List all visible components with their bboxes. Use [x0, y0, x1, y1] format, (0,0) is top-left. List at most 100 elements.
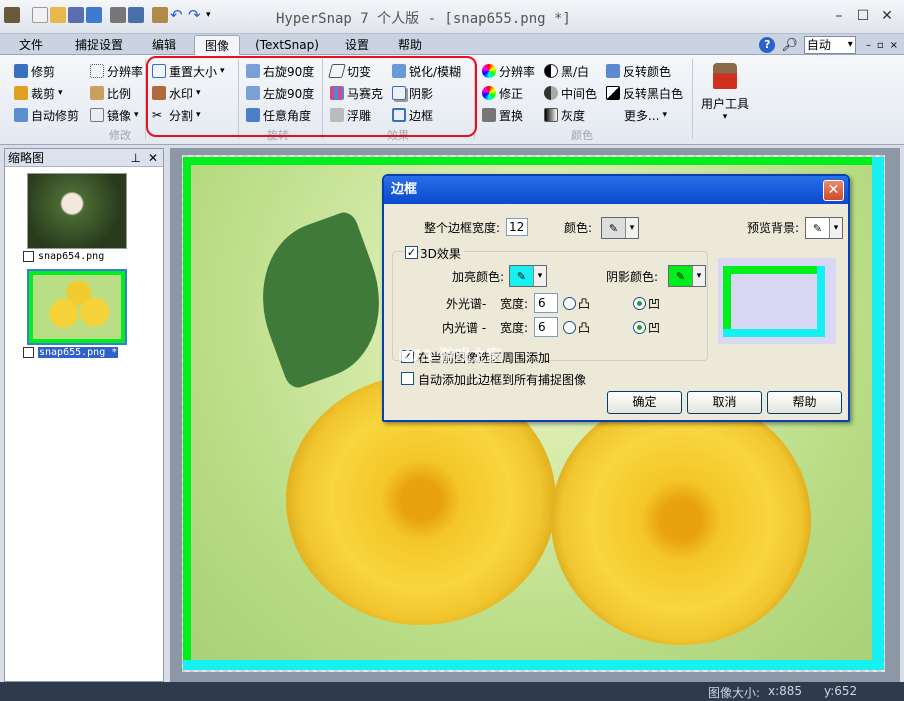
border-color-picker[interactable]: ✎ ▾: [601, 217, 639, 239]
cut-button[interactable]: 裁剪 ▾: [14, 84, 63, 102]
tab-settings[interactable]: 设置: [334, 35, 380, 55]
panel-close-icon[interactable]: ✕: [148, 149, 158, 167]
resolution-button[interactable]: 分辨率: [90, 62, 143, 80]
invert-bw-button[interactable]: 反转黑白色: [606, 84, 683, 102]
crop-button[interactable]: 修剪: [14, 62, 55, 80]
close-icon[interactable]: ✕: [876, 6, 898, 26]
replace-button[interactable]: 置换: [482, 106, 523, 124]
inner-spectrum-label: 内光谱 -: [442, 321, 487, 335]
user-tools-button[interactable]: 用户工具 ▾: [698, 63, 752, 125]
highlight-color-label: 加亮颜色:: [452, 270, 505, 284]
auto-add-border-checkbox[interactable]: [401, 372, 414, 385]
ribbon-tabs: 文件 捕捉设置 编辑 图像 (TextSnap) 设置 帮助 ? 🔎︎ 自动 –…: [0, 34, 904, 55]
effect3d-checkbox[interactable]: ✓: [405, 246, 418, 259]
color-resolution-button[interactable]: 分辨率: [482, 62, 535, 80]
border-dialog: 边框 ✕ 整个边框宽度: 12 颜色: ✎ ▾ 预览背景: ✎ ▾ ✓ 3D效果 加…: [382, 174, 850, 422]
mirror-button[interactable]: 镜像 ▾: [90, 106, 139, 124]
undo-icon[interactable]: ↶: [170, 7, 186, 23]
window-title: HyperSnap 7 个人版 - [snap655.png *]: [276, 11, 571, 27]
cancel-button[interactable]: 取消: [687, 391, 762, 414]
thumbnail-snap655[interactable]: [27, 269, 127, 345]
total-width-input[interactable]: 12: [506, 218, 528, 236]
auto-add-border-label: 自动添加此边框到所有捕捉图像: [418, 373, 587, 387]
redo-icon[interactable]: ↷: [188, 7, 204, 23]
print-icon[interactable]: [110, 7, 126, 23]
grayscale-button[interactable]: 灰度: [544, 106, 585, 124]
customize-toolbar-icon[interactable]: ▾: [206, 10, 211, 20]
auto-crop-button[interactable]: 自动修剪: [14, 106, 79, 124]
paste-icon[interactable]: [152, 7, 168, 23]
quick-access-toolbar: ↶ ↷ ▾: [4, 7, 211, 23]
scale-button[interactable]: 比例: [90, 84, 131, 102]
tab-capture-settings[interactable]: 捕捉设置: [66, 35, 132, 55]
outer-convex-label: 凸: [578, 297, 591, 311]
dialog-close-icon[interactable]: ✕: [823, 180, 844, 201]
help-button[interactable]: 帮助: [767, 391, 842, 414]
ribbon-close-icon[interactable]: ×: [890, 40, 898, 51]
outer-concave-label: 凹: [648, 297, 661, 311]
thumbnail-snap654[interactable]: [27, 173, 127, 249]
midtone-button[interactable]: 中间色: [544, 84, 597, 102]
tab-edit[interactable]: 编辑: [142, 35, 186, 55]
ok-button[interactable]: 确定: [607, 391, 682, 414]
border-right-edge: [872, 157, 884, 670]
crop-icon: [14, 64, 28, 78]
color-label: 颜色:: [564, 221, 593, 235]
dialog-body: 整个边框宽度: 12 颜色: ✎ ▾ 预览背景: ✎ ▾ ✓ 3D效果 加亮颜色: …: [384, 204, 848, 420]
window-controls: – ☐ ✕: [828, 6, 898, 26]
window-capture-icon[interactable]: [128, 7, 144, 23]
outer-width-input[interactable]: 6: [534, 293, 558, 313]
app-icon[interactable]: [4, 7, 20, 23]
help-icon[interactable]: ?: [759, 37, 776, 53]
invert-icon: [606, 64, 620, 78]
inner-convex-radio[interactable]: [563, 321, 576, 334]
highlight-color-picker[interactable]: ✎ ▾: [509, 265, 547, 287]
status-bar: 图像大小: x:885 y:652: [0, 682, 904, 701]
eyedropper-icon: ✎: [510, 266, 534, 286]
highlight-annotation: [146, 56, 477, 137]
tab-textsnap[interactable]: (TextSnap): [250, 35, 324, 55]
thumbnail-checkbox[interactable]: [23, 347, 34, 358]
ribbon-minimize-icon[interactable]: –: [866, 40, 871, 51]
preview-bg-picker[interactable]: ✎ ▾: [805, 217, 843, 239]
new-icon[interactable]: [32, 7, 48, 23]
open-icon[interactable]: [50, 7, 66, 23]
cursor-x: x:885: [768, 684, 803, 698]
mirror-icon: [90, 108, 104, 122]
tab-image[interactable]: 图像: [194, 35, 240, 55]
dialog-title: 边框: [391, 182, 418, 197]
user-tools-icon: [713, 63, 737, 89]
tab-file[interactable]: 文件: [8, 35, 54, 55]
magnifier-icon[interactable]: 🔎︎: [781, 38, 798, 53]
border-bottom-edge: [183, 660, 884, 670]
black-white-button[interactable]: 黑/白: [544, 62, 589, 80]
ribbon-restore-icon[interactable]: ▫: [877, 40, 884, 51]
eyedropper-icon: ✎: [602, 218, 626, 238]
inner-concave-radio[interactable]: [633, 321, 646, 334]
leaf-shape: [238, 209, 404, 391]
panel-header: 缩略图 ⊥ ✕: [5, 149, 163, 167]
outer-convex-radio[interactable]: [563, 297, 576, 310]
pin-icon[interactable]: ⊥: [131, 149, 141, 167]
dialog-title-bar: 边框 ✕: [384, 176, 848, 204]
upload-icon[interactable]: [86, 7, 102, 23]
correct-button[interactable]: 修正: [482, 84, 523, 102]
minimize-icon[interactable]: –: [828, 6, 850, 26]
zoom-select[interactable]: 自动: [803, 36, 856, 54]
thumbnail-checkbox[interactable]: [23, 251, 34, 262]
auto-crop-icon: [14, 108, 28, 122]
tab-help[interactable]: 帮助: [388, 35, 432, 55]
shadow-color-picker[interactable]: ✎ ▾: [668, 265, 706, 287]
save-icon[interactable]: [68, 7, 84, 23]
more-colors-button[interactable]: 更多... ▾: [624, 106, 667, 124]
maximize-icon[interactable]: ☐: [852, 6, 874, 26]
invert-color-button[interactable]: 反转颜色: [606, 62, 671, 80]
cursor-y: y:652: [824, 684, 858, 698]
bw-icon: [544, 64, 558, 78]
rose-right: [551, 395, 811, 645]
group-label-color: 颜色: [571, 129, 593, 142]
inner-width-input[interactable]: 6: [534, 317, 558, 337]
invert-bw-icon: [606, 86, 620, 100]
total-width-label: 整个边框宽度:: [424, 221, 501, 235]
outer-concave-radio[interactable]: [633, 297, 646, 310]
